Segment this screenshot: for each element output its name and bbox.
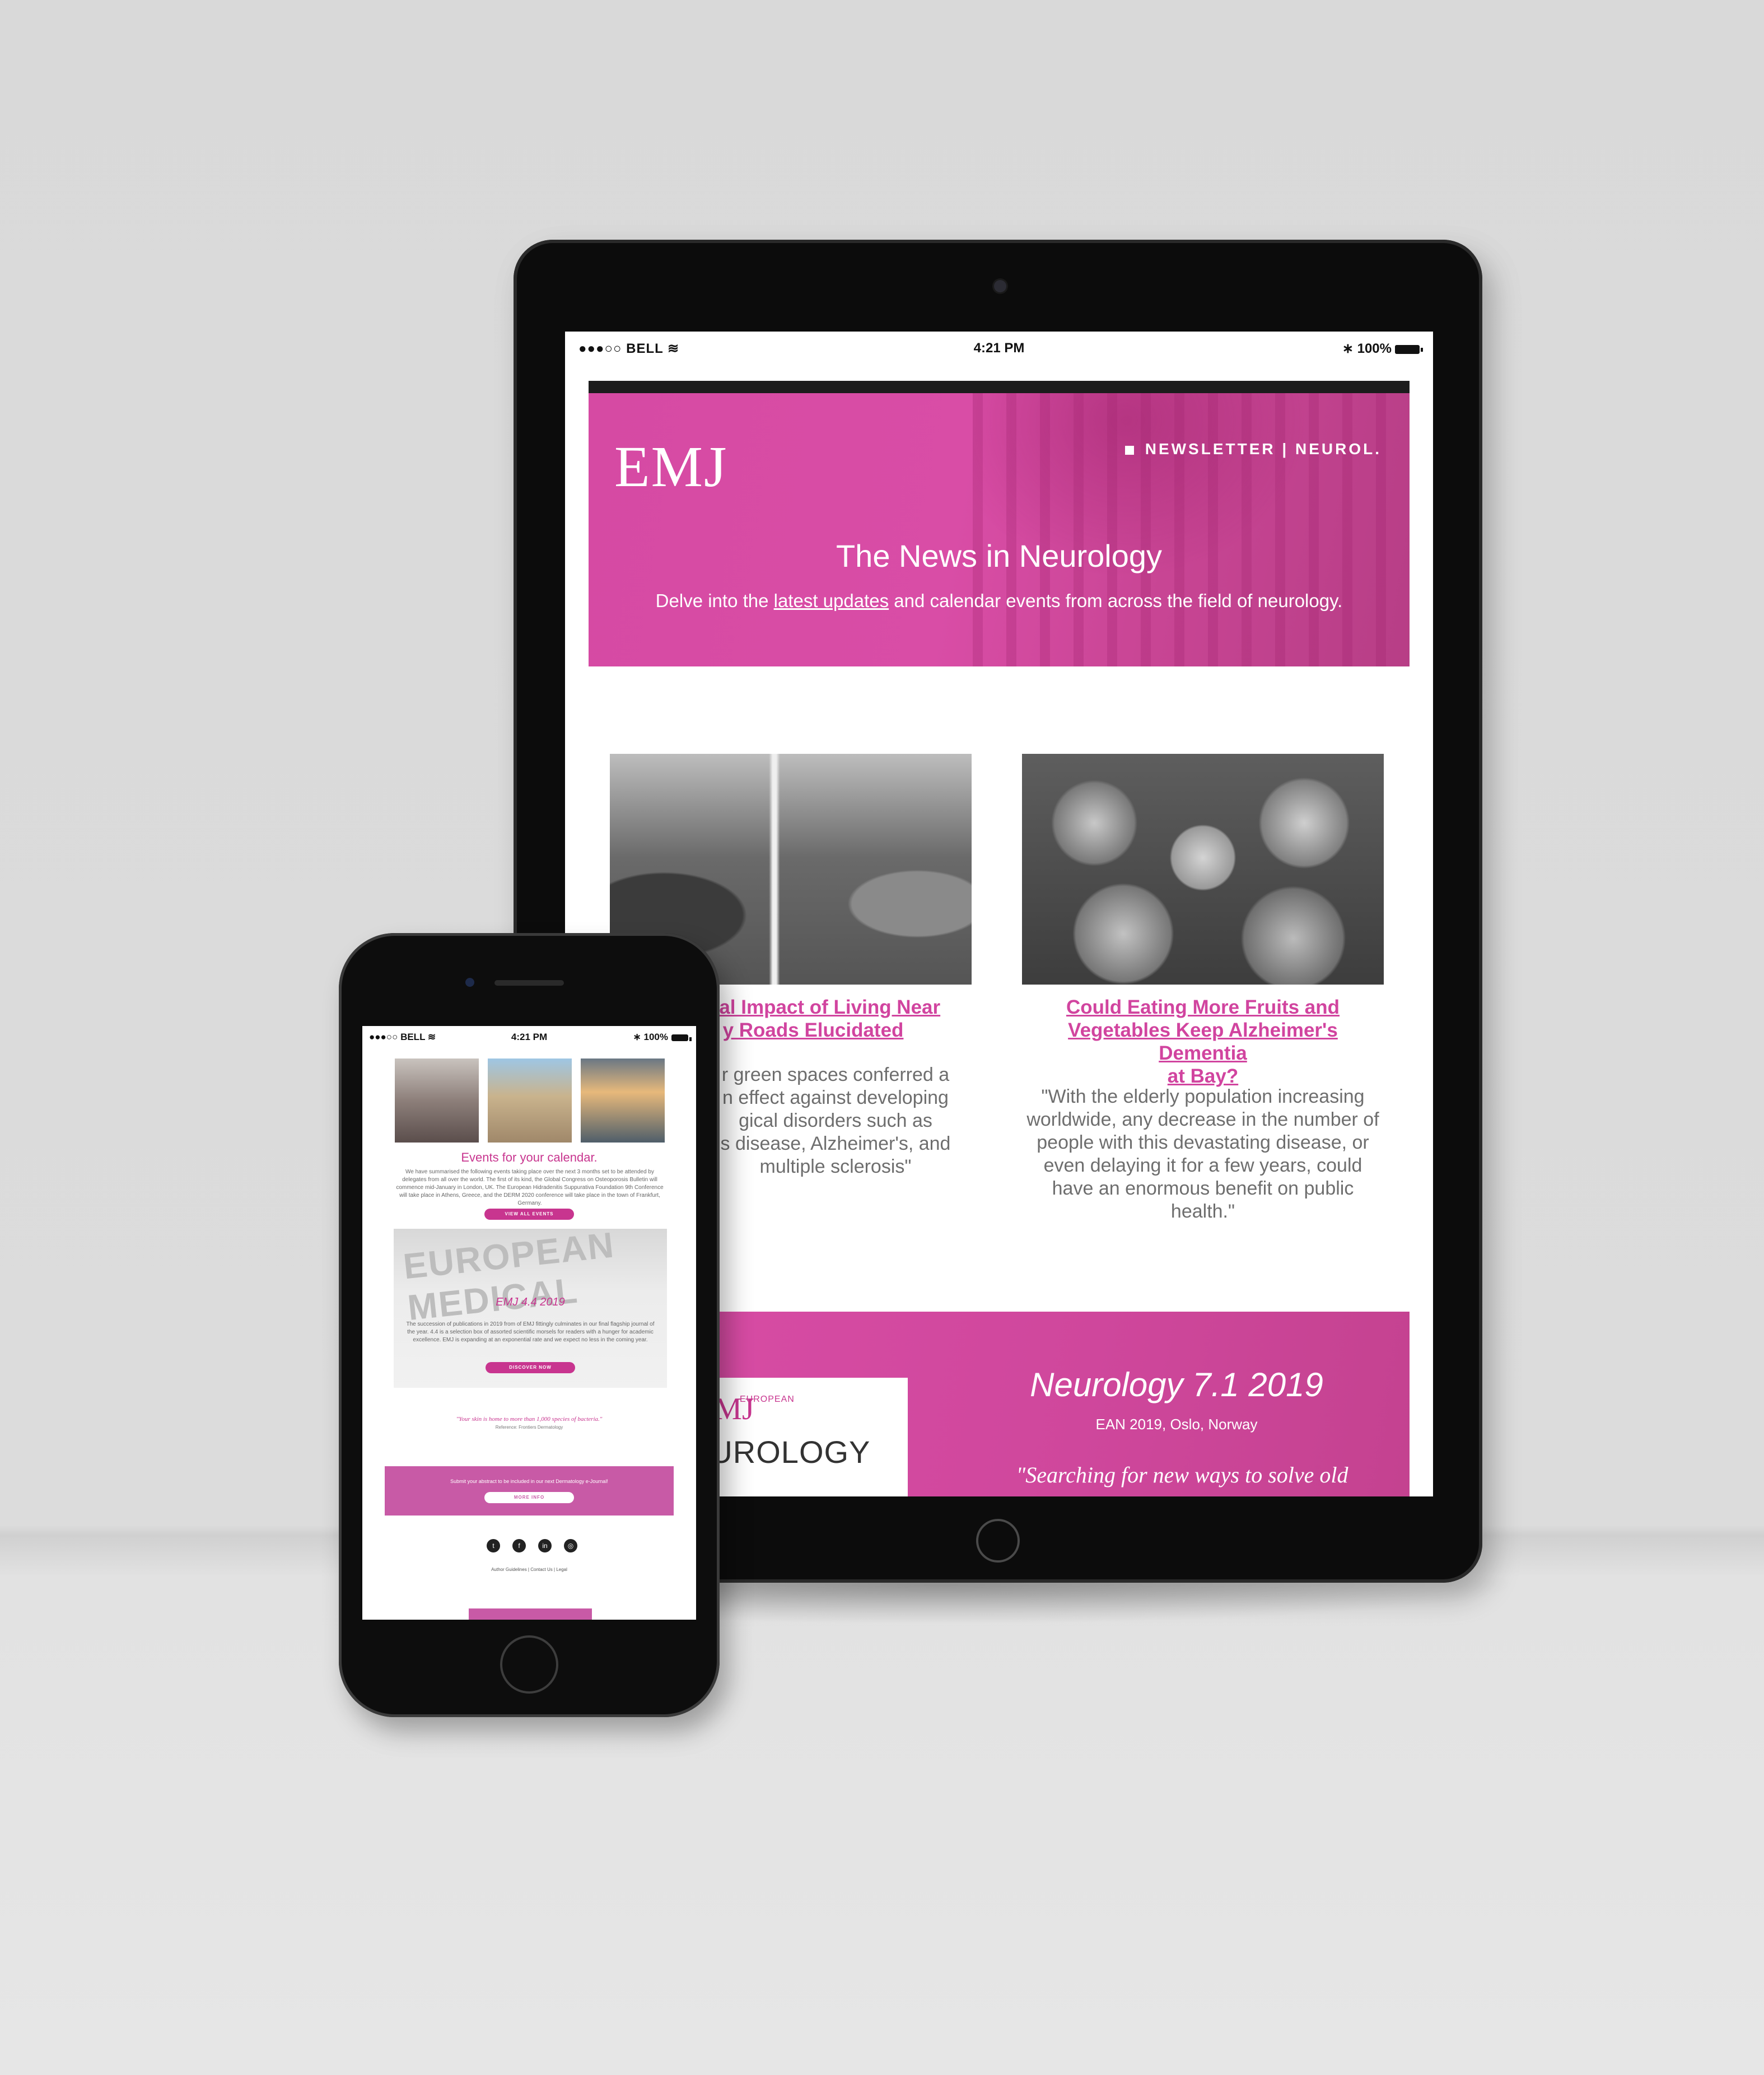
status-bar: ●●●○○ BELL ≋ 4:21 PM ∗ 100%: [565, 332, 1433, 362]
home-button[interactable]: [500, 1635, 558, 1694]
latest-updates-link[interactable]: latest updates: [774, 590, 889, 611]
battery-icon: [1395, 344, 1423, 354]
emj-logo[interactable]: EMJ: [614, 433, 727, 500]
phone-screen: ●●●○○ BELL ≋ 4:21 PM ∗ 100% Events for y…: [362, 1026, 696, 1620]
journal-title: Neurology 7.1 2019: [1030, 1366, 1323, 1403]
journal-quote: "Searching for new ways to solve old: [1016, 1462, 1348, 1488]
battery-percent: 100%: [643, 1032, 668, 1042]
cover-publisher: EUROPEAN: [740, 1395, 795, 1404]
newsletter-header: EMJ NEWSLETTER | NEUROL. The News in Neu…: [589, 393, 1410, 666]
phone-device: ●●●○○ BELL ≋ 4:21 PM ∗ 100% Events for y…: [339, 933, 720, 1717]
discover-now-button[interactable]: DISCOVER NOW: [486, 1362, 575, 1373]
page-subtitle: Delve into the latest updates and calend…: [655, 590, 1343, 611]
square-bullet-icon: [1124, 445, 1134, 455]
battery-percent: 100%: [1357, 341, 1392, 356]
battery-icon: [671, 1034, 692, 1041]
event-thumbnail[interactable]: [395, 1059, 479, 1143]
home-button[interactable]: [976, 1519, 1020, 1563]
facebook-icon[interactable]: f: [512, 1539, 526, 1552]
header-background-image: [973, 393, 1410, 666]
journal-subtitle: EAN 2019, Oslo, Norway: [1095, 1416, 1258, 1433]
status-bar: ●●●○○ BELL ≋ 4:21 PM ∗ 100%: [362, 1026, 696, 1046]
bluetooth-icon: ∗: [633, 1032, 641, 1042]
instagram-icon[interactable]: ◎: [564, 1539, 577, 1552]
submit-abstract-banner: Submit your abstract to be included in o…: [385, 1466, 674, 1516]
event-thumbnail[interactable]: [488, 1059, 572, 1143]
journal-text: The succession of publications in 2019 f…: [406, 1321, 655, 1343]
quote-reference: Reference: Frontiers Dermatology: [495, 1425, 563, 1430]
banner-text: Submit your abstract to be included in o…: [450, 1479, 608, 1484]
bottom-button[interactable]: [469, 1608, 592, 1620]
peppers-article-image[interactable]: [1022, 754, 1384, 985]
more-info-button[interactable]: MORE INFO: [484, 1492, 574, 1503]
status-time: 4:21 PM: [973, 341, 1025, 356]
event-thumbnail[interactable]: [581, 1059, 665, 1143]
newsletter-label: NEWSLETTER | NEUROL.: [1124, 440, 1382, 458]
front-camera: [465, 978, 474, 987]
journal-title: EMJ 4.4 2019: [496, 1296, 565, 1308]
header-top-bar: [589, 381, 1410, 393]
footer-links[interactable]: Author Guidelines | Contact Us | Legal: [362, 1567, 696, 1572]
speaker-grille: [494, 980, 564, 986]
journal-image-text: EUROPEAN MEDICAL: [401, 1224, 617, 1328]
bluetooth-icon: ∗: [1342, 341, 1354, 356]
page-title: The News in Neurology: [836, 538, 1163, 573]
article-title-link[interactable]: Could Eating More Fruits and Vegetables …: [1022, 996, 1384, 1088]
quote-text: "Your skin is home to more than 1,000 sp…: [456, 1416, 603, 1423]
view-all-events-button[interactable]: VIEW ALL EVENTS: [484, 1209, 574, 1220]
events-title: Events for your calendar.: [461, 1150, 598, 1164]
front-camera: [994, 280, 1006, 292]
journal-card: EUROPEAN MEDICAL EMJ 4.4 2019 The succes…: [394, 1224, 667, 1388]
linkedin-icon[interactable]: in: [538, 1539, 552, 1552]
article-excerpt: "With the elderly population increasing …: [1026, 1086, 1379, 1222]
events-text: We have summarised the following events …: [396, 1169, 664, 1206]
twitter-icon[interactable]: t: [487, 1539, 500, 1552]
